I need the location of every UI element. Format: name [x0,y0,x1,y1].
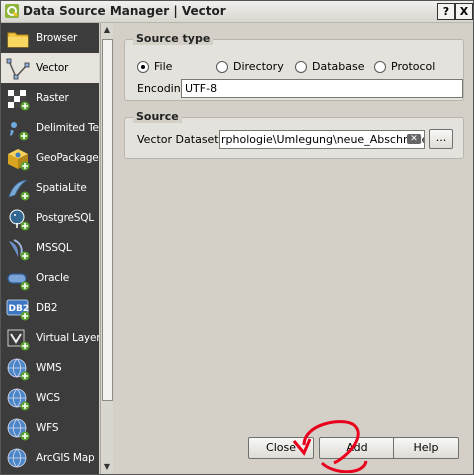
window-title: Data Source Manager | Vector [23,4,226,18]
sidebar-item-label: Virtual Layer [36,332,99,344]
encoding-select[interactable]: UTF-8 [181,79,463,98]
sidebar-item-label: Raster [36,92,69,104]
radio-label: Directory [233,60,284,73]
sidebar-item-wcs[interactable]: WCS [1,383,99,413]
geopackage-icon [8,149,30,171]
radio-unchecked-icon [374,61,386,73]
sidebar-item-arcgis-map[interactable]: ArcGIS Map [1,443,99,473]
source-type-group: Source type File Directory Database Prot… [124,32,464,101]
sidebar-item-label: WMS [36,362,62,374]
sidebar-item-label: Browser [36,32,78,44]
radio-label: Database [312,60,365,73]
radio-label: File [154,60,173,73]
db2-icon: DB2 [6,299,30,321]
sidebar-item-label: Vector [36,62,69,74]
vector-dataset-input[interactable]: rphologie\Umlegung\neue_Abschnitte.shp ✕ [219,130,425,149]
sidebar-item-label: SpatiaLite [36,182,87,194]
sidebar-item-mssql[interactable]: MSSQL [1,233,99,263]
sidebar-item-spatialite[interactable]: SpatiaLite [1,173,99,203]
delimited-text-icon: , [9,118,29,141]
sidebar-item-label: GeoPackage [36,152,99,164]
sidebar-item-wfs[interactable]: WFS [1,413,99,443]
sidebar-item-label: WCS [36,392,60,404]
mssql-icon [9,239,30,261]
sidebar-item-geopackage[interactable]: GeoPackage [1,143,99,173]
spatialite-icon [8,179,30,201]
sidebar-item-vector[interactable]: Vector [1,53,99,83]
sidebar-item-postgresql[interactable]: PostgreSQL [1,203,99,233]
wcs-icon [7,388,30,411]
sidebar-item-label: DB2 [36,302,58,314]
browse-button[interactable]: ... [429,129,453,149]
sidebar-item-delimited-text[interactable]: , Delimited Text [1,113,99,143]
sidebar-item-wms[interactable]: WMS [1,353,99,383]
virtual-layer-icon [7,329,30,351]
sidebar-item-label: MSSQL [36,242,72,254]
source-group: Source Vector Dataset(s) rphologie\Umleg… [124,110,464,159]
sidebar-item-db2[interactable]: DB2 DB2 [1,293,99,323]
radio-unchecked-icon [295,61,307,73]
qgis-app-icon [5,4,19,18]
radio-label: Protocol [391,60,436,73]
sidebar-scrollbar[interactable]: ▲ ▼ [100,23,113,474]
wms-icon [7,358,30,381]
sidebar-item-raster[interactable]: Raster [1,83,99,113]
postgresql-icon [9,209,30,231]
scrollbar-thumb[interactable] [102,39,113,401]
scroll-down-arrow-icon[interactable]: ▼ [101,460,113,474]
wfs-icon [7,418,30,441]
red-annotation-arrows [292,420,368,473]
sidebar-item-label: PostgreSQL [36,212,94,224]
vector-source-panel: Source type File Directory Database Prot… [114,23,473,474]
folder-icon [7,32,29,48]
raster-icon [8,90,30,111]
clear-icon[interactable]: ✕ [407,134,421,144]
title-bar: Data Source Manager | Vector ? X [1,1,473,23]
sidebar-item-label: WFS [36,422,59,434]
encoding-value: UTF-8 [185,82,218,95]
sidebar-item-virtual-layer[interactable]: Virtual Layer [1,323,99,353]
data-source-manager-window: Data Source Manager | Vector ? X Browser [0,0,474,475]
vector-icon [6,58,30,80]
radio-unchecked-icon [216,61,228,73]
close-window-button[interactable]: X [455,3,473,20]
source-sidebar: Browser Vector Raster , Delimited Te Geo… [1,23,113,474]
sidebar-item-oracle[interactable]: Oracle [1,263,99,293]
oracle-icon [7,273,30,291]
source-title: Source [133,110,182,123]
source-type-title: Source type [133,32,214,45]
radio-checked-icon [137,61,149,73]
arcgis-map-icon [7,448,27,468]
sidebar-item-label: Oracle [36,272,69,284]
source-list: Browser Vector Raster , Delimited Te Geo… [1,23,99,474]
help-title-button[interactable]: ? [437,3,455,20]
sidebar-item-label: Delimited Text [36,122,99,134]
vector-dataset-value: rphologie\Umlegung\neue_Abschnitte.shp [221,133,424,146]
scroll-up-arrow-icon[interactable]: ▲ [101,23,113,37]
sidebar-item-browser[interactable]: Browser [1,23,99,53]
sidebar-item-label: ArcGIS Map [36,452,95,464]
